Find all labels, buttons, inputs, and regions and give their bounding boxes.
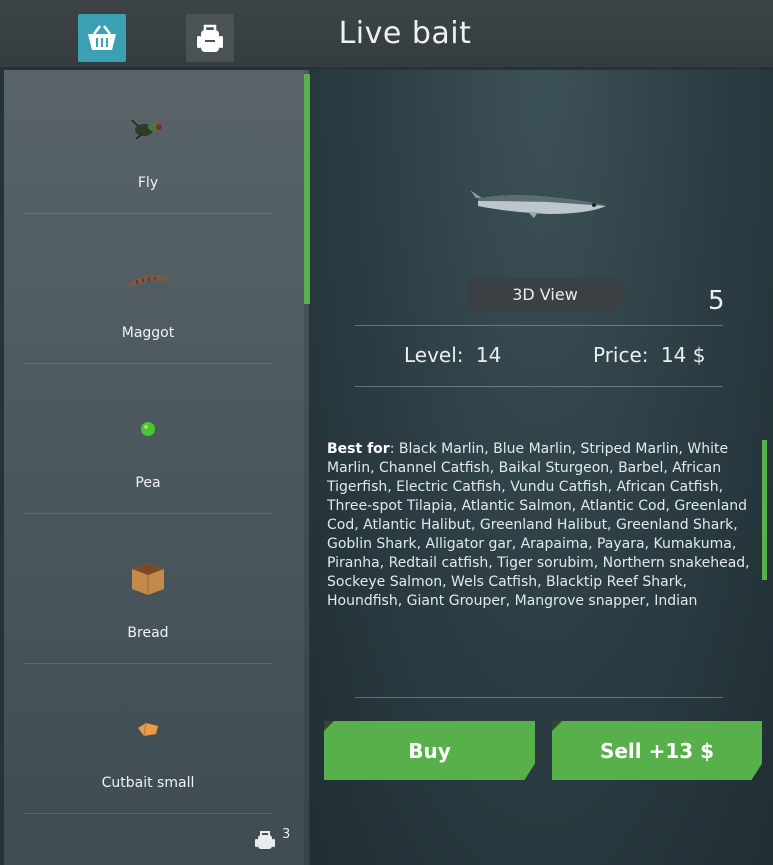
divider — [355, 386, 723, 387]
buy-button[interactable]: Buy — [324, 721, 535, 780]
divider — [355, 697, 723, 698]
price-value: 14 $ — [660, 343, 706, 367]
level-info: Level: 14 — [404, 343, 501, 367]
backpack-icon — [255, 831, 275, 849]
basket-icon — [88, 25, 116, 50]
level-label: Level: — [404, 343, 464, 367]
list-item-bread[interactable]: Bread — [24, 514, 272, 664]
top-bar: Live bait — [0, 0, 773, 68]
cutbait-icon — [138, 722, 158, 737]
bread-icon — [132, 563, 164, 595]
list-item-cutbait-small[interactable]: Cutbait small — [24, 664, 272, 814]
sell-button[interactable]: Sell +13 $ — [552, 721, 762, 780]
fly-icon — [131, 119, 162, 140]
sell-button-label: Sell +13 $ — [599, 738, 715, 763]
bait-preview-fish — [470, 190, 606, 218]
list-item-pea[interactable]: Pea — [24, 364, 272, 514]
tab-shop[interactable] — [78, 14, 126, 62]
price-label: Price: — [593, 343, 649, 367]
list-item-fly[interactable]: Fly — [24, 64, 272, 214]
item-label: Fly — [137, 175, 159, 191]
pea-icon — [141, 422, 155, 436]
3d-view-button[interactable]: 3D View — [467, 277, 623, 311]
page-title: Live bait — [338, 16, 472, 51]
inventory-count-value: 3 — [282, 826, 291, 842]
tab-inventory[interactable] — [186, 14, 234, 62]
best-for-text: : Black Marlin, Blue Marlin, Striped Mar… — [327, 441, 750, 609]
price-info: Price: 14 $ — [593, 343, 705, 367]
maggot-icon — [128, 275, 169, 287]
buy-button-label: Buy — [408, 738, 451, 763]
list-item-maggot[interactable]: Maggot — [24, 214, 272, 364]
quantity-value: 5 — [708, 286, 725, 316]
divider — [355, 325, 723, 326]
list-scrollbar-thumb[interactable] — [304, 74, 310, 304]
best-for-label: Best for — [327, 441, 390, 457]
description-scrollbar-thumb[interactable] — [762, 440, 767, 580]
item-label: Maggot — [121, 325, 175, 341]
backpack-icon — [197, 24, 223, 52]
item-label: Cutbait small — [101, 775, 195, 791]
item-label: Pea — [135, 475, 161, 491]
item-label: Bread — [127, 625, 169, 641]
inventory-count: 3 — [254, 826, 291, 851]
level-value: 14 — [475, 343, 502, 367]
best-for-description[interactable]: Best for: Black Marlin, Blue Marlin, Str… — [327, 440, 755, 612]
